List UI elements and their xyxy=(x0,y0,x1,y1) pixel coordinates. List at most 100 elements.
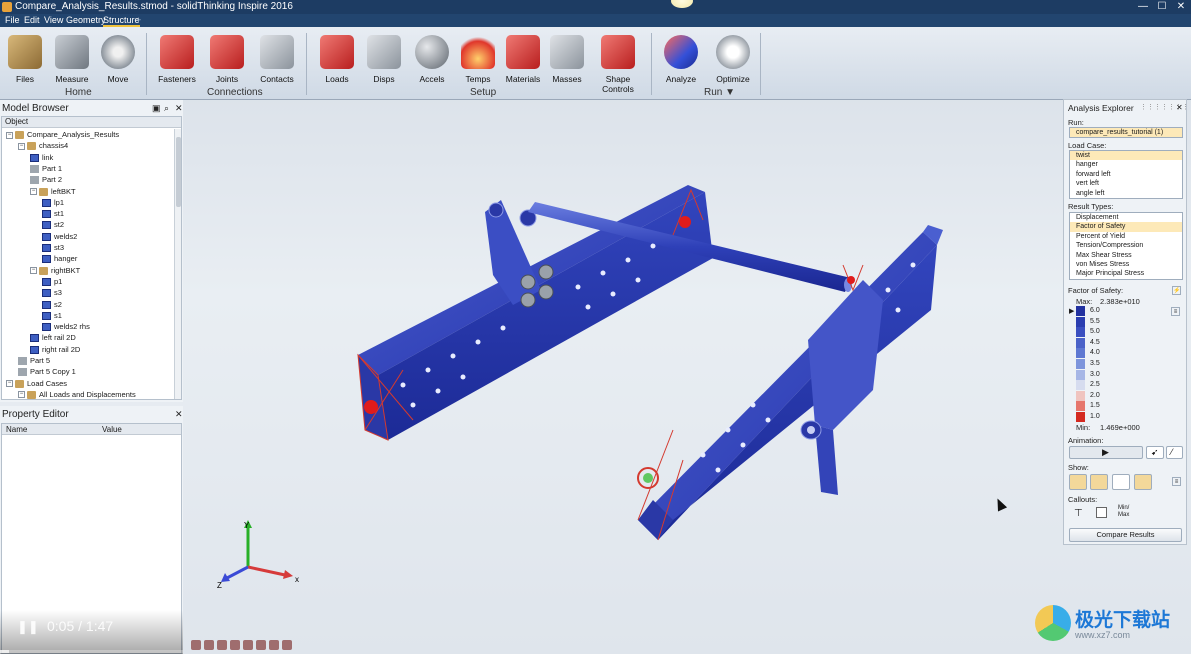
masses-tool[interactable]: Masses xyxy=(544,35,590,84)
result-type-item[interactable]: Factor of Safety xyxy=(1070,222,1182,232)
expand-toggle-icon[interactable]: − xyxy=(6,131,13,139)
menu-geometry[interactable]: Geometry xyxy=(66,15,106,25)
tree-scrollbar[interactable] xyxy=(174,129,181,399)
tree-item[interactable]: − Compare_Analysis_Results xyxy=(6,129,119,140)
result-type-item[interactable]: Displacement xyxy=(1070,213,1182,222)
fasteners-tool[interactable]: Fasteners xyxy=(154,35,200,84)
menu-edit[interactable]: Edit xyxy=(24,15,40,25)
tree-item[interactable]: s1 xyxy=(42,310,62,321)
view-icon[interactable] xyxy=(256,640,266,650)
menu-file[interactable]: File xyxy=(5,15,20,25)
expand-toggle-icon[interactable]: − xyxy=(6,380,13,388)
close-button[interactable]: ✕ xyxy=(1172,0,1190,14)
group-run[interactable]: Run ▼ xyxy=(704,87,735,98)
expand-toggle-icon[interactable]: − xyxy=(18,142,25,150)
video-progress-bar[interactable] xyxy=(0,650,183,653)
show-outline-button[interactable] xyxy=(1112,474,1130,490)
expand-toggle-icon[interactable]: − xyxy=(30,267,37,275)
tree-item[interactable]: left rail 2D xyxy=(30,332,76,343)
run-select[interactable]: compare_results_tutorial (1) xyxy=(1069,127,1183,138)
load-case-item[interactable]: forward left xyxy=(1070,170,1182,179)
tree-item[interactable]: Part 5 Copy 1 xyxy=(18,366,76,377)
view-icon[interactable] xyxy=(204,640,214,650)
drag-handle-icon[interactable]: ⋮⋮⋮⋮⋮⋮⋮⋮ xyxy=(1140,103,1191,111)
lightning-icon[interactable]: ⚡ xyxy=(1172,286,1181,295)
joints-tool[interactable]: Joints xyxy=(204,35,250,84)
temps-tool[interactable]: Temps xyxy=(455,35,501,84)
files-tool[interactable]: Files xyxy=(2,35,48,84)
result-type-item[interactable]: von Mises Stress xyxy=(1070,260,1182,269)
left-rail[interactable] xyxy=(357,185,713,441)
result-types-list[interactable]: Displacement Factor of Safety Percent of Y… xyxy=(1069,212,1183,280)
play-button[interactable]: ▶ xyxy=(1069,446,1143,459)
3d-viewport[interactable]: Y x Z xyxy=(183,100,1063,654)
tree-item[interactable]: Part 2 xyxy=(30,174,62,185)
minimize-button[interactable]: — xyxy=(1134,0,1152,14)
loads-tool[interactable]: Loads xyxy=(314,35,360,84)
tree-item[interactable]: link xyxy=(30,152,53,163)
compare-results-button[interactable]: Compare Results xyxy=(1069,528,1182,542)
menu-view[interactable]: View xyxy=(44,15,63,25)
legend-pointer-icon[interactable]: ▶ xyxy=(1069,307,1074,315)
tree-item[interactable]: − All Loads and Displacements xyxy=(18,389,136,399)
load-case-item[interactable]: angle left xyxy=(1070,189,1182,198)
view-icon[interactable] xyxy=(269,640,279,650)
materials-tool[interactable]: Materials xyxy=(500,35,546,84)
search-icon[interactable]: ⌕ xyxy=(164,103,169,114)
close-icon[interactable]: ✕ xyxy=(175,409,183,420)
close-icon[interactable]: ✕ xyxy=(175,103,183,114)
load-case-item[interactable]: twist xyxy=(1070,151,1182,161)
tree-item[interactable]: − leftBKT xyxy=(30,186,76,197)
animation-settings-button[interactable]: ⁄ xyxy=(1166,446,1183,459)
load-case-item[interactable]: vert left xyxy=(1070,179,1182,188)
view-icon[interactable] xyxy=(217,640,227,650)
tree-item[interactable]: − Load Cases xyxy=(6,378,67,389)
tree-item[interactable]: welds2 xyxy=(42,231,77,242)
tree-item[interactable]: − rightBKT xyxy=(30,265,80,276)
result-type-item[interactable]: Major Principal Stress xyxy=(1070,269,1182,278)
result-type-item[interactable]: Tension/Compression xyxy=(1070,241,1182,250)
analyze-tool[interactable]: Analyze xyxy=(658,35,704,84)
view-icon[interactable] xyxy=(191,640,201,650)
maximize-button[interactable]: ☐ xyxy=(1153,0,1171,14)
scroll-thumb[interactable] xyxy=(176,137,181,207)
measure-tool[interactable]: Measure xyxy=(49,35,95,84)
add-tab-button[interactable]: + xyxy=(136,15,141,25)
tree-item[interactable]: s3 xyxy=(42,287,62,298)
show-deformed-button[interactable] xyxy=(1069,474,1087,490)
tree-item[interactable]: s2 xyxy=(42,299,62,310)
right-bracket[interactable] xyxy=(800,264,883,495)
tree-item[interactable]: lp1 xyxy=(42,197,64,208)
shape-controls-tool[interactable]: Shape Controls xyxy=(592,35,644,94)
callout-box-icon[interactable] xyxy=(1096,507,1107,518)
tree-item[interactable]: st1 xyxy=(42,208,64,219)
min-max-callout[interactable]: Min/ Max xyxy=(1118,505,1129,519)
view-icon[interactable] xyxy=(282,640,292,650)
optimize-tool[interactable]: Optimize xyxy=(710,35,756,84)
chassis-model[interactable] xyxy=(183,100,1063,654)
legend-menu-icon[interactable]: ≡ xyxy=(1171,307,1180,316)
load-case-list[interactable]: twist hanger forward left vert left angle le… xyxy=(1069,150,1183,199)
result-type-item[interactable]: Max Shear Stress xyxy=(1070,251,1182,260)
show-contour-button[interactable] xyxy=(1134,474,1152,490)
expand-toggle-icon[interactable]: − xyxy=(18,391,25,399)
tree-item[interactable]: welds2 rhs xyxy=(42,321,90,332)
close-icon[interactable]: ✕ xyxy=(1176,103,1183,112)
tree-item[interactable]: Part 1 xyxy=(30,163,62,174)
view-icon[interactable] xyxy=(243,640,253,650)
tree-item[interactable]: st2 xyxy=(42,219,64,230)
move-tool[interactable]: Move xyxy=(95,35,141,84)
tree-item[interactable]: − chassis4 xyxy=(18,140,68,151)
tree-item[interactable]: right rail 2D xyxy=(30,344,80,355)
menu-structure[interactable]: Structure xyxy=(103,15,140,27)
animation-mode-button[interactable]: ➹ xyxy=(1146,446,1164,459)
expand-toggle-icon[interactable]: − xyxy=(30,188,37,196)
show-undeformed-button[interactable] xyxy=(1090,474,1108,490)
callout-pin-icon[interactable]: ⊤ xyxy=(1074,508,1083,519)
accels-tool[interactable]: Accels xyxy=(409,35,455,84)
pause-button[interactable]: ❚❚ xyxy=(17,619,39,635)
load-case-item[interactable]: hanger xyxy=(1070,160,1182,169)
tree-item[interactable]: p1 xyxy=(42,276,62,287)
save-icon[interactable]: ▣ xyxy=(152,103,161,114)
contacts-tool[interactable]: Contacts xyxy=(254,35,300,84)
